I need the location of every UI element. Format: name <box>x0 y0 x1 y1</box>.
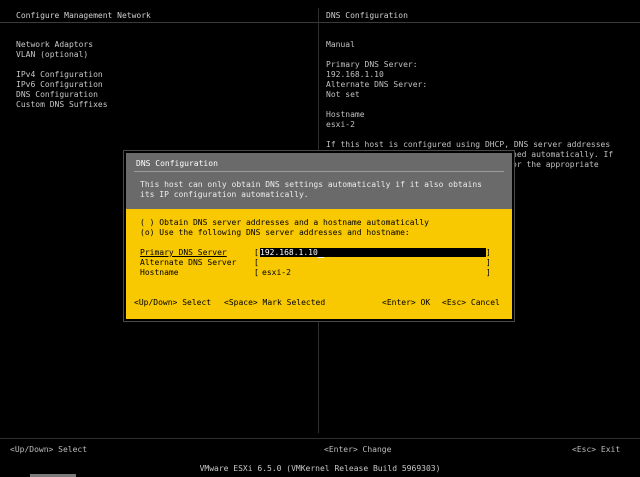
left-panel-title: Configure Management Network <box>16 11 151 20</box>
dns-mode: Manual <box>326 40 355 49</box>
key-enter-action: OK <box>420 298 431 307</box>
hostname-value: esxi-2 <box>326 120 355 129</box>
hostname-bracket-open: [ <box>254 268 259 277</box>
primary-dns-input-value: 192.168.1.10 <box>260 248 318 257</box>
dialog-header: DNS Configuration This host can only obt… <box>126 153 512 209</box>
version-footer: VMware ESXi 6.5.0 (VMKernel Release Buil… <box>0 460 640 477</box>
key-hint-space: <Space> Mark Selected <box>224 298 325 308</box>
key-enter: <Enter> <box>382 298 416 307</box>
alternate-dns-field-label: Alternate DNS Server <box>140 258 237 267</box>
key-space: <Space> <box>224 298 258 307</box>
dialog-title-rule <box>134 171 504 172</box>
radio-use-following[interactable]: (o) Use the following DNS server address… <box>140 228 410 238</box>
ok-button[interactable]: <Enter> OK <box>382 298 430 308</box>
dns-configuration-dialog: DNS Configuration This host can only obt… <box>124 151 514 321</box>
alternate-dns-bracket-close: ] <box>486 258 491 267</box>
alternate-dns-value: Not set <box>326 90 360 99</box>
bottom-key-select: <Up/Down> Select <box>10 445 88 454</box>
info-text-line3: or the appropriate <box>512 160 599 169</box>
menu-item-vlan[interactable]: VLAN (optional) <box>16 50 88 60</box>
cancel-button[interactable]: <Esc> Cancel <box>442 298 500 308</box>
menu-item-ipv4[interactable]: IPv4 Configuration <box>16 70 103 80</box>
hostname-label: Hostname <box>326 110 365 119</box>
dialog-description-line2: its IP configuration automatically. <box>140 190 309 199</box>
primary-dns-bracket-close: ] <box>486 248 491 257</box>
menu-item-ipv6[interactable]: IPv6 Configuration <box>16 80 103 90</box>
bottom-key-change: <Enter> Change <box>324 445 392 454</box>
dialog-body: ( ) Obtain DNS server addresses and a ho… <box>126 209 512 319</box>
right-panel-title: DNS Configuration <box>326 11 408 20</box>
radio-obtain-automatically[interactable]: ( ) Obtain DNS server addresses and a ho… <box>140 218 429 228</box>
bottom-rule <box>0 438 640 439</box>
key-esc: <Esc> <box>442 298 467 307</box>
primary-dns-bracket-open: [ <box>254 248 259 257</box>
menu-item-custom-dns-suffixes[interactable]: Custom DNS Suffixes <box>16 100 108 110</box>
alternate-dns-input[interactable] <box>260 258 486 267</box>
hostname-bracket-close: ] <box>486 268 491 277</box>
primary-dns-value: 192.168.1.10 <box>326 70 384 79</box>
alternate-dns-bracket-open: [ <box>254 258 259 267</box>
primary-dns-input[interactable]: 192.168.1.10 <box>260 248 486 258</box>
dialog-title: DNS Configuration <box>136 159 218 168</box>
menu-item-network-adaptors[interactable]: Network Adaptors <box>16 40 93 50</box>
key-space-action: Mark Selected <box>262 298 326 307</box>
menu-item-dns-configuration[interactable]: DNS Configuration <box>16 90 98 100</box>
hostname-input[interactable]: esxi-2 <box>262 268 486 278</box>
hostname-field-label: Hostname <box>140 268 179 277</box>
info-text-line1: If this host is configured using DHCP, D… <box>326 140 611 149</box>
key-updown-action: Select <box>182 298 212 307</box>
primary-dns-label: Primary DNS Server: <box>326 60 418 69</box>
alternate-dns-label: Alternate DNS Server: <box>326 80 428 89</box>
bottom-key-exit: <Esc> Exit <box>572 445 621 454</box>
key-hint-updown: <Up/Down> Select <box>134 298 211 308</box>
dialog-description-line1: This host can only obtain DNS settings a… <box>140 180 482 189</box>
key-esc-action: Cancel <box>470 298 500 307</box>
info-text-line2: ned automatically. If <box>512 150 614 159</box>
primary-dns-field-label: Primary DNS Server <box>140 248 227 257</box>
key-updown: <Up/Down> <box>134 298 178 307</box>
